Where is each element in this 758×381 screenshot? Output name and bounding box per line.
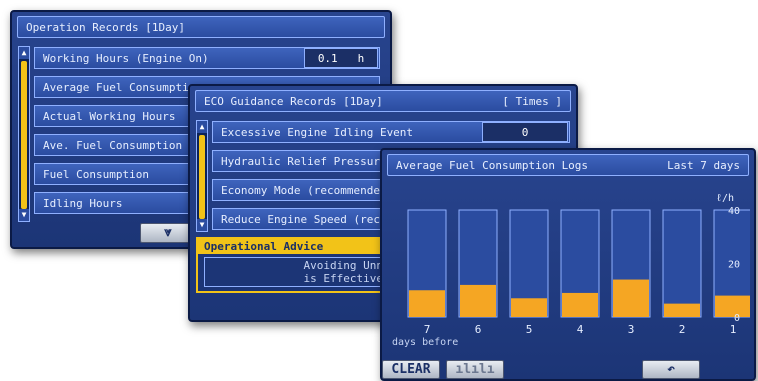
- fuel-logs-title: Average Fuel Consumption Logs Last 7 day…: [387, 154, 749, 176]
- return-icon: ↶: [667, 362, 675, 377]
- bar-day-5: [511, 298, 547, 317]
- return-button[interactable]: ↶: [642, 360, 700, 379]
- fuel-consumption-chart: ℓ/h days before 7 6 5 4 3 2 10 20 40: [392, 193, 750, 348]
- bar-day-1: [715, 295, 750, 317]
- y-tick-label: 0: [734, 313, 740, 324]
- bar-day-3: [613, 279, 649, 317]
- x-tick-label: 1: [730, 323, 737, 336]
- operation-records-title: Operation Records [1Day]: [17, 16, 385, 38]
- scroll-up-icon[interactable]: ▲: [197, 121, 207, 133]
- clear-button[interactable]: CLEAR: [382, 360, 440, 379]
- x-tick-label: 5: [526, 323, 533, 336]
- x-tick-label: 7: [424, 323, 431, 336]
- eco-guidance-scrollbar[interactable]: ▲ ▼: [196, 120, 208, 232]
- bar-background: [662, 209, 702, 318]
- bar-day-6: [460, 284, 496, 317]
- fuel-logs-screen: Average Fuel Consumption Logs Last 7 day…: [380, 148, 756, 381]
- x-tick-label: 2: [679, 323, 686, 336]
- y-axis-label: ℓ/h: [716, 193, 734, 204]
- operation-records-scrollbar[interactable]: ▲ ▼: [18, 46, 30, 222]
- y-tick-label: 20: [728, 260, 740, 271]
- scroll-down-icon[interactable]: ▼: [19, 209, 29, 221]
- bar-day-7: [409, 290, 445, 317]
- bar-chart-button[interactable]: ılılı: [446, 360, 504, 379]
- bar-day-4: [562, 292, 598, 317]
- x-tick-label: 6: [475, 323, 482, 336]
- bar-chart-icon: ılılı: [455, 362, 495, 377]
- x-tick-label: 4: [577, 323, 584, 336]
- working-hours-value: 0.1 h: [304, 48, 378, 68]
- scroll-down-icon[interactable]: ▼: [197, 219, 207, 231]
- excessive-idling-value: 0: [482, 122, 568, 142]
- eco-guidance-title: ECO Guidance Records [1Day] [ Times ]: [195, 90, 571, 112]
- y-tick-label: 40: [728, 206, 740, 217]
- scroll-up-icon[interactable]: ▲: [19, 47, 29, 59]
- double-chevron-down-icon: ⩔: [164, 225, 172, 240]
- bar-day-2: [664, 303, 700, 317]
- x-tick-label: 3: [628, 323, 635, 336]
- x-axis-label: days before: [392, 337, 458, 348]
